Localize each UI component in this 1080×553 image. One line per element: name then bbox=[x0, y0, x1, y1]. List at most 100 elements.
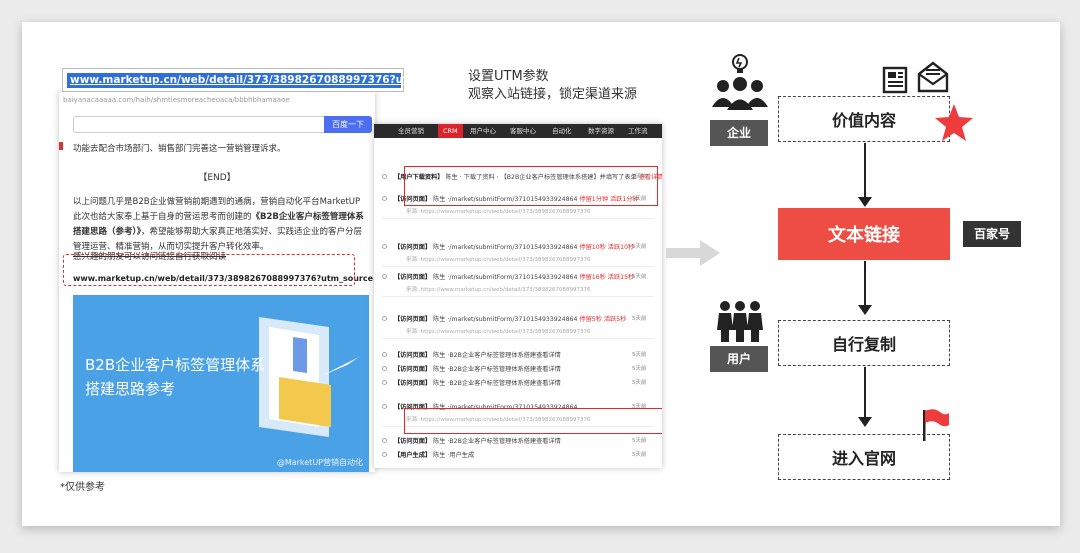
crm-row[interactable]: 【访问页面】 陈生 ·B2B企业客户标签管理体系搭建查看详情 bbox=[394, 364, 561, 373]
people-group-icon bbox=[712, 77, 768, 110]
article-end-label: 【END】 bbox=[198, 173, 236, 183]
crm-row-dot-icon bbox=[382, 380, 387, 385]
crm-row-text: 陈生 ·B2B企业客户标签管理体系搭建查看详情 bbox=[431, 366, 561, 373]
crm-row-dot-icon bbox=[382, 174, 387, 179]
star-icon bbox=[935, 104, 973, 141]
crm-row-source: 来源: https://www.marketup.cn/web/detail/3… bbox=[406, 287, 591, 293]
crm-row-time: 5天前 bbox=[632, 274, 647, 280]
crm-row[interactable]: 【访问页面】 陈生 ·B2B企业客户标签管理体系搭建查看详情 bbox=[394, 350, 561, 359]
crm-row[interactable]: 【用户生成】 陈生 ·用户生成 bbox=[394, 450, 474, 459]
crm-row-duration: 停留16秒 活跃15秒 bbox=[579, 274, 635, 281]
user-group-icon bbox=[717, 301, 763, 342]
crm-row-separator bbox=[382, 218, 654, 219]
utm-subtitle: 观察入站链接，锁定渠道来源 bbox=[468, 87, 638, 102]
crm-nav-item[interactable]: 自动化 bbox=[552, 124, 572, 138]
crm-row-source: 来源: https://www.marketup.cn/web/detail/3… bbox=[406, 329, 591, 335]
crm-row-text: 陈生 ·B2B企业客户标签管理体系搭建查看详情 bbox=[431, 352, 561, 359]
footnote: *仅供参考 bbox=[60, 482, 105, 493]
crm-row-type: 【访问页面】 bbox=[394, 352, 432, 359]
newspaper-icon bbox=[882, 66, 908, 94]
crm-row-separator bbox=[382, 266, 654, 267]
tag-user: 用户 bbox=[710, 346, 768, 372]
crm-row-source: 来源: https://www.marketup.cn/web/detail/3… bbox=[406, 257, 591, 263]
crm-nav-item[interactable]: 工作流 bbox=[628, 124, 648, 138]
article-page-screenshot: baiyanacaaaaa.com/haih/shmtiesmoreacheoa… bbox=[59, 92, 375, 472]
crm-row-duration: 停留5秒 活跃5秒 bbox=[579, 316, 627, 323]
crm-row-time: 5天前 bbox=[632, 380, 647, 386]
crm-row-time: 5天前 bbox=[632, 366, 647, 372]
crm-nav-item[interactable]: 用户中心 bbox=[470, 124, 496, 138]
article-paragraph-2: 以上问题几乎是B2B企业做营销前期遇到的通病，营销自动化平台MarketUP此次… bbox=[73, 195, 365, 255]
flow-step-self-copy: 自行复制 bbox=[778, 320, 950, 366]
flag-icon bbox=[923, 409, 949, 441]
crm-row-text: 陈生 ·/market/submitForm/3710154933924864 bbox=[431, 316, 580, 323]
url-highlight: www.marketup.cn/web/detail/373/389826708… bbox=[67, 73, 498, 88]
crm-row-duration: 停留10秒 活跃10秒 bbox=[579, 244, 635, 251]
url-bar: www.marketup.cn/web/detail/373/389826708… bbox=[62, 68, 498, 92]
crm-row-text: 陈生 ·/market/submitForm/3710154933924864 bbox=[431, 244, 580, 251]
search-button[interactable]: 百度一下 bbox=[324, 116, 372, 133]
crm-nav-item[interactable]: 全员营销 bbox=[398, 124, 424, 138]
flow-step-text-link: 文本链接 bbox=[778, 208, 950, 260]
crm-row-dot-icon bbox=[382, 452, 387, 457]
banner-title-line-2: 搭建思路参考 bbox=[85, 380, 176, 398]
crm-row-time: 5天前 bbox=[632, 438, 647, 444]
crm-row-time: 5天前 bbox=[632, 316, 647, 322]
crm-row[interactable]: 【访问页面】 陈生 ·B2B企业客户标签管理体系搭建查看详情 bbox=[394, 378, 561, 387]
ghost-url-text: baiyanacaaaaa.com/haih/shmtiesmoreacheoa… bbox=[63, 96, 290, 104]
search-input[interactable] bbox=[73, 116, 325, 133]
crm-row-dot-icon bbox=[382, 244, 387, 249]
crm-row-dot-icon bbox=[382, 196, 387, 201]
crm-nav-item[interactable]: 数字资源 bbox=[588, 124, 614, 138]
crm-row[interactable]: 【访问页面】 陈生 ·/market/submitForm/3710154933… bbox=[394, 314, 626, 323]
lightbulb-icon bbox=[732, 54, 748, 73]
tag-baijiahao: 百家号 bbox=[963, 221, 1021, 247]
arrow-right-icon bbox=[666, 240, 720, 266]
crm-row-separator bbox=[382, 338, 654, 339]
mail-icon bbox=[917, 61, 949, 93]
connector-2 bbox=[864, 261, 866, 307]
banner-title: B2B企业客户标签管理体系 搭建思路参考 bbox=[85, 353, 285, 401]
crm-row-dot-icon bbox=[382, 438, 387, 443]
flow-step-value-content: 价值内容 bbox=[778, 96, 950, 142]
crm-row-dot-icon bbox=[382, 404, 387, 409]
crm-row-source: 来源: https://www.marketup.cn/web/detail/3… bbox=[406, 209, 591, 215]
crm-row-type: 【访问页面】 bbox=[394, 274, 432, 281]
connector-1 bbox=[864, 143, 866, 199]
banner-footer: @MarketUP营销自动化 bbox=[276, 458, 363, 467]
crm-nav-item[interactable]: 客服中心 bbox=[510, 124, 536, 138]
crm-row-type: 【访问页面】 bbox=[394, 380, 432, 387]
crm-row-dot-icon bbox=[382, 352, 387, 357]
crm-row-dot-icon bbox=[382, 366, 387, 371]
crm-nav-bar: 全员营销 CRM 用户中心 客服中心 自动化 数字资源 工作流 bbox=[374, 124, 662, 138]
crm-row-dot-icon bbox=[382, 274, 387, 279]
crm-row-text: 陈生 ·用户生成 bbox=[431, 452, 475, 459]
crm-row-text: 陈生 ·/market/submitForm/3710154933924864 bbox=[431, 274, 580, 281]
article-paragraph-1: 功能去配合市场部门、销售部门完善这一营销管理诉求。 bbox=[73, 144, 286, 154]
crm-highlight-visit bbox=[404, 408, 662, 434]
slide: baiyanacaaaaa.com/haih/shmtiesmoreacheoa… bbox=[22, 22, 1060, 526]
arrowhead-1 bbox=[858, 197, 872, 207]
arrowhead-3 bbox=[858, 417, 872, 427]
crm-row-dot-icon bbox=[382, 316, 387, 321]
utm-title: 设置UTM参数 bbox=[468, 69, 549, 84]
tag-enterprise: 企业 bbox=[710, 120, 768, 146]
crm-row[interactable]: 【访问页面】 陈生 ·/market/submitForm/3710154933… bbox=[394, 272, 634, 281]
crm-highlight-download bbox=[404, 166, 658, 206]
arrowhead-2 bbox=[858, 305, 872, 315]
red-marker bbox=[59, 142, 63, 150]
crm-row-type: 【访问页面】 bbox=[394, 438, 432, 445]
crm-row-text: 陈生 ·B2B企业客户标签管理体系搭建查看详情 bbox=[431, 438, 561, 445]
crm-row-separator bbox=[382, 296, 654, 297]
crm-row-time: 5天前 bbox=[632, 452, 647, 458]
banner-title-line-1: B2B企业客户标签管理体系 bbox=[85, 356, 266, 374]
crm-nav-item[interactable]: CRM bbox=[438, 124, 463, 138]
crm-row[interactable]: 【访问页面】 陈生 ·/market/submitForm/3710154933… bbox=[394, 242, 634, 251]
connector-3 bbox=[864, 367, 866, 419]
crm-row-time: 5天前 bbox=[632, 244, 647, 250]
url-text[interactable]: www.marketup.cn/web/detail/373/389826708… bbox=[70, 74, 498, 86]
crm-row-type: 【访问页面】 bbox=[394, 244, 432, 251]
article-banner: B2B企业客户标签管理体系 搭建思路参考 @MarketUP营销自动化 bbox=[73, 295, 369, 472]
crm-row[interactable]: 【访问页面】 陈生 ·B2B企业客户标签管理体系搭建查看详情 bbox=[394, 436, 561, 445]
crm-row-text: 陈生 ·B2B企业客户标签管理体系搭建查看详情 bbox=[431, 380, 561, 387]
